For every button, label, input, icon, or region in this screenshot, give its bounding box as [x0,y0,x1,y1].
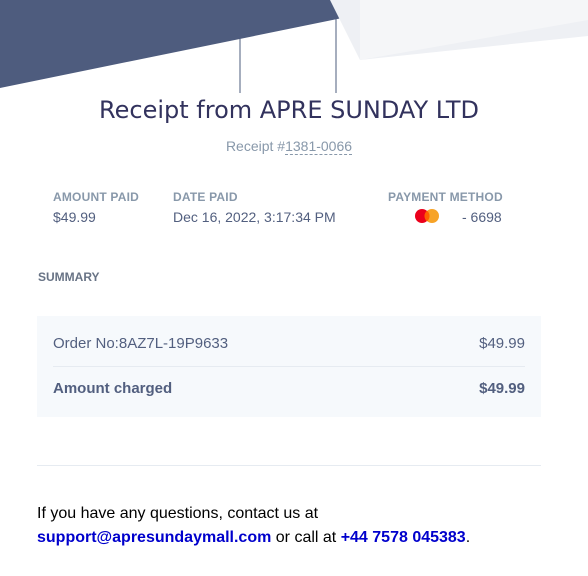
total-label: Amount charged [53,380,173,397]
order-number: Order No:8AZ7L-19P9633 [53,335,229,352]
card-last4: - 6698 [462,209,502,225]
support-email-link[interactable]: support@apresundaymall.com [37,529,271,546]
summary-box: Order No:8AZ7L-19P9633 $49.99 Amount cha… [37,316,541,417]
receipt-prefix: Receipt # [225,138,286,154]
summary-item-row: Order No:8AZ7L-19P9633 $49.99 [53,335,525,352]
contact-middle: or call at [271,529,341,546]
summary-total-row: Amount charged $49.99 [53,380,525,397]
payment-method-label: PAYMENT METHOD [388,190,503,204]
order-amount: $49.99 [479,335,525,352]
header-banner [0,0,588,93]
date-paid-label: DATE PAID [173,190,238,204]
amount-paid-value: $49.99 [53,209,96,225]
receipt-number-line: Receipt #1381-0066 [0,138,578,155]
receipt-number: 1381-0066 [285,138,353,155]
total-amount: $49.99 [479,380,525,397]
contact-text: If you have any questions, contact us at… [37,502,557,550]
amount-paid-label: AMOUNT PAID [53,190,139,204]
summary-divider [53,366,525,367]
receipt-title: Receipt from APRE SUNDAY LTD [99,96,479,124]
summary-heading: SUMMARY [38,270,100,284]
contact-end: . [465,529,471,546]
date-paid-value: Dec 16, 2022, 3:17:34 PM [173,209,336,225]
support-phone-link[interactable]: +44 7578 045383 [341,529,466,546]
page-divider [37,465,541,466]
contact-intro: If you have any questions, contact us at [37,505,319,522]
mastercard-icon [415,209,439,223]
